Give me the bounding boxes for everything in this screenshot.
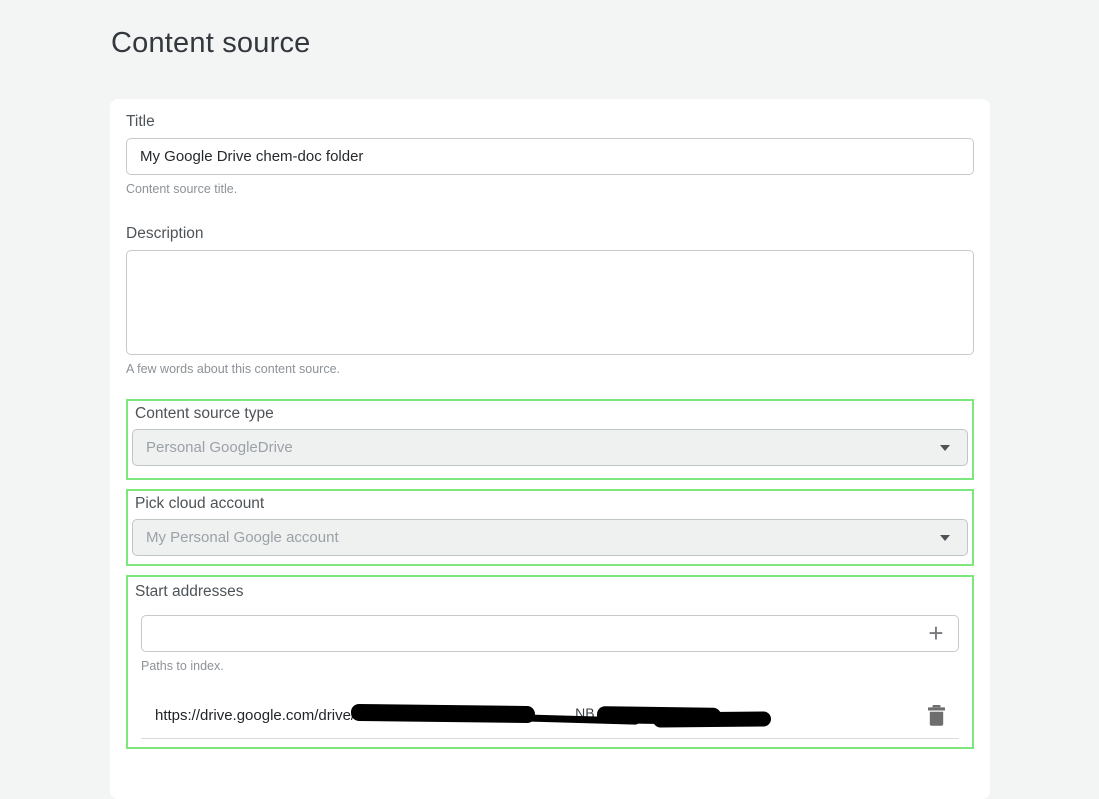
start-address-url: https://drive.google.com/drive/ NB [155,703,771,727]
new-address-input-group: + [141,615,959,652]
content-source-type-value: Personal GoogleDrive [146,439,293,456]
description-label: Description [126,225,974,243]
title-input[interactable] [126,138,974,175]
start-addresses-inner: + Paths to index. https://drive.google.c… [141,615,959,739]
trash-icon [928,705,945,726]
cloud-account-group: Pick cloud account My Personal Google ac… [126,489,974,566]
add-address-button[interactable]: + [913,615,959,652]
start-addresses-group: Start addresses + Paths to index. https:… [126,575,974,749]
content-source-type-group: Content source type Personal GoogleDrive [126,399,974,480]
page-title: Content source [111,27,310,60]
redaction-scribble: NB [351,703,771,727]
description-group: Description A few words about this conte… [126,225,974,376]
cloud-account-label: Pick cloud account [135,495,968,513]
title-help-text: Content source title. [126,182,974,196]
start-address-list-item: https://drive.google.com/drive/ NB [141,690,959,739]
start-addresses-help-text: Paths to index. [141,659,959,673]
title-label: Title [126,113,974,131]
new-address-input[interactable] [141,615,959,652]
description-textarea[interactable] [126,250,974,355]
start-address-url-prefix: https://drive.google.com/drive/ [155,707,355,724]
chevron-down-icon [940,445,950,451]
description-help-text: A few words about this content source. [126,362,974,376]
title-group: Title Content source title. [126,113,974,196]
plus-icon: + [928,618,943,648]
start-addresses-label: Start addresses [135,583,968,601]
content-source-form-card: Title Content source title. Description … [110,99,990,799]
delete-address-button[interactable] [927,704,945,726]
cloud-account-value: My Personal Google account [146,529,339,546]
cloud-account-select[interactable]: My Personal Google account [132,519,968,556]
chevron-down-icon [940,535,950,541]
content-source-type-select[interactable]: Personal GoogleDrive [132,429,968,466]
content-source-type-label: Content source type [135,405,968,423]
